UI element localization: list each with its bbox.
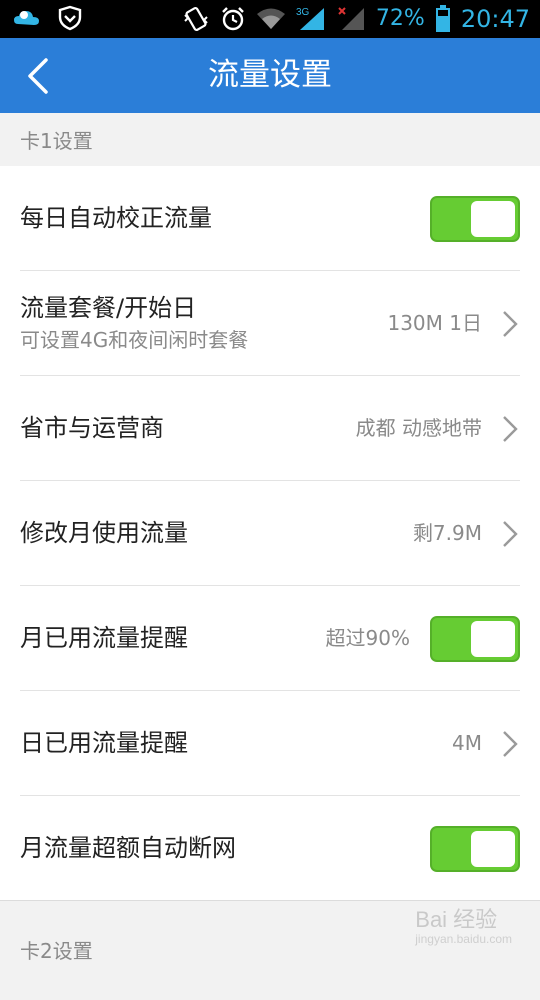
row-daily-usage-alert[interactable]: 日已用流量提醒 4M: [0, 691, 540, 796]
row-label: 月已用流量提醒: [20, 586, 188, 691]
row-value: 超过90%: [326, 586, 410, 691]
battery-percent: 72%: [376, 4, 425, 34]
watermark-text: Bai 经验: [415, 907, 497, 932]
page-title: 流量设置: [0, 38, 540, 113]
chevron-right-icon: [500, 309, 520, 339]
row-label: 修改月使用流量: [20, 481, 188, 586]
row-value: 4M: [452, 691, 482, 796]
watermark-sub: jingyan.baidu.com: [415, 932, 512, 946]
row-label: 每日自动校正流量: [20, 166, 212, 271]
daily-auto-calibrate-toggle[interactable]: [430, 196, 520, 242]
row-label: 省市与运营商: [20, 376, 164, 481]
wifi-icon: [256, 7, 286, 31]
alarm-icon: [220, 6, 246, 32]
row-sublabel: 可设置4G和夜间闲时套餐: [20, 327, 248, 353]
status-bar: 3G 72% 20:47: [0, 0, 540, 38]
row-plan-start-day[interactable]: 流量套餐/开始日 可设置4G和夜间闲时套餐 130M 1日: [0, 271, 540, 376]
chevron-right-icon: [500, 729, 520, 759]
clock: 20:47: [461, 4, 530, 34]
row-province-carrier[interactable]: 省市与运营商 成都 动感地带: [0, 376, 540, 481]
row-auto-disconnect[interactable]: 月流量超额自动断网: [0, 796, 540, 901]
signal-no-service-icon: [338, 6, 366, 32]
row-value: 130M 1日: [387, 271, 482, 376]
row-label: 月流量超额自动断网: [20, 796, 236, 901]
shield-icon: [58, 5, 82, 31]
auto-disconnect-toggle[interactable]: [430, 826, 520, 872]
monthly-usage-alert-toggle[interactable]: [430, 616, 520, 662]
watermark: Bai 经验 jingyan.baidu.com: [415, 908, 512, 946]
section-header-card1: 卡1设置: [0, 113, 540, 167]
row-value: 成都 动感地带: [356, 376, 482, 481]
settings-list: 每日自动校正流量 流量套餐/开始日 可设置4G和夜间闲时套餐 130M 1日 省…: [0, 166, 540, 901]
app-bar: 流量设置: [0, 38, 540, 113]
toggle-knob: [471, 831, 515, 867]
row-daily-auto-calibrate[interactable]: 每日自动校正流量: [0, 166, 540, 271]
svg-text:3G: 3G: [296, 7, 310, 18]
chevron-right-icon: [500, 519, 520, 549]
vibrate-icon: [182, 6, 210, 32]
toggle-knob: [471, 201, 515, 237]
row-value: 剩7.9M: [413, 481, 482, 586]
row-label: 日已用流量提醒: [20, 691, 188, 796]
row-label: 流量套餐/开始日: [20, 293, 196, 323]
chevron-right-icon: [500, 414, 520, 444]
row-monthly-usage-alert[interactable]: 月已用流量提醒 超过90%: [0, 586, 540, 691]
toggle-knob: [471, 621, 515, 657]
battery-icon: [435, 5, 451, 33]
row-edit-monthly-usage[interactable]: 修改月使用流量 剩7.9M: [0, 481, 540, 586]
signal-3g-icon: 3G: [296, 6, 328, 32]
weather-icon: [12, 6, 42, 30]
